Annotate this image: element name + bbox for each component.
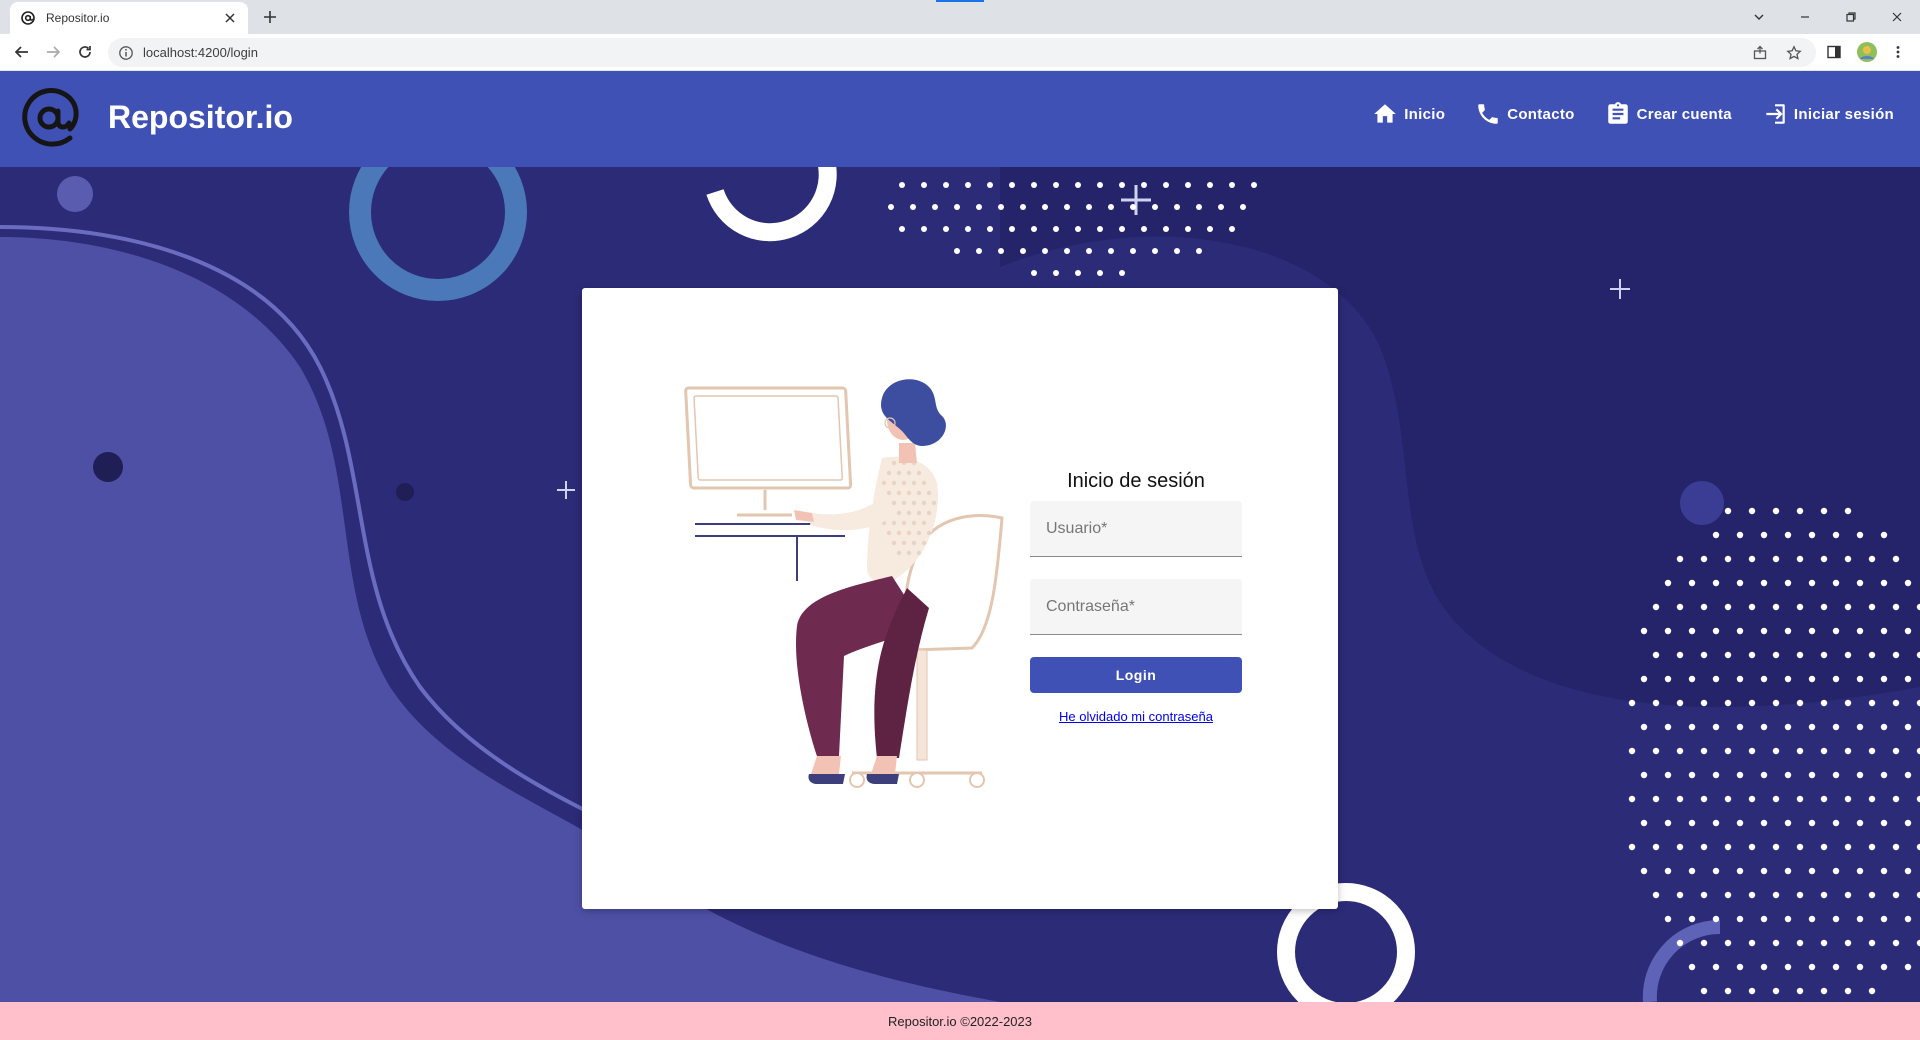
nav-crear-cuenta[interactable]: Crear cuenta [1605, 101, 1732, 127]
main-content: Inicio de sesión Login He olvidado mi co… [0, 167, 1920, 1002]
username-field[interactable] [1030, 501, 1242, 557]
nav-inicio[interactable]: Inicio [1372, 101, 1445, 127]
chevron-down-icon[interactable] [1746, 4, 1772, 30]
nav-crear-cuenta-label: Crear cuenta [1636, 105, 1732, 123]
password-field[interactable] [1030, 579, 1242, 635]
login-button[interactable]: Login [1030, 657, 1242, 693]
forgot-password-link[interactable]: He olvidado mi contraseña [1030, 709, 1242, 724]
profile-avatar-icon[interactable] [1855, 40, 1879, 64]
footer-copyright: Repositor.io ©2022-2023 [887, 1013, 1032, 1029]
main-nav: Inicio Contacto Crear cuenta Iniciar ses… [1372, 101, 1894, 127]
side-panel-icon[interactable] [1822, 40, 1846, 64]
password-input[interactable] [1046, 597, 1226, 616]
minimize-icon[interactable] [1792, 4, 1818, 30]
address-bar[interactable]: localhost:4200/login [108, 38, 1816, 67]
clipboard-icon [1607, 102, 1628, 124]
share-icon[interactable] [1748, 41, 1772, 65]
nav-iniciar-sesion[interactable]: Iniciar sesión [1762, 101, 1894, 127]
brand-title[interactable]: Repositor.io [108, 99, 293, 136]
nav-inicio-label: Inicio [1404, 105, 1446, 123]
at-sign-icon [20, 10, 36, 26]
app-header: Repositor.io Inicio Contacto Crear cuent… [0, 71, 1920, 167]
more-vert-icon[interactable] [1886, 40, 1910, 64]
back-icon[interactable] [10, 40, 34, 64]
browser-toolbar: localhost:4200/login [0, 34, 1920, 71]
window-close-icon[interactable] [1884, 4, 1910, 30]
browser-tab-bar: Repositor.io [0, 0, 1920, 34]
username-input[interactable] [1046, 519, 1226, 538]
login-title: Inicio de sesión [1067, 470, 1205, 492]
star-icon[interactable] [1782, 41, 1806, 65]
url-text: localhost:4200/login [143, 45, 258, 60]
at-logo-icon[interactable] [18, 85, 84, 151]
nav-contacto[interactable]: Contacto [1475, 101, 1574, 127]
tab-title: Repositor.io [46, 11, 110, 25]
forward-icon[interactable] [41, 40, 65, 64]
close-icon[interactable] [222, 10, 238, 26]
new-tab-button[interactable] [260, 7, 280, 27]
info-icon[interactable] [118, 45, 134, 61]
tab-strip-indicator [936, 0, 984, 2]
browser-tab[interactable]: Repositor.io [10, 2, 248, 34]
nav-iniciar-sesion-label: Iniciar sesión [1793, 105, 1894, 123]
phone-icon [1478, 104, 1498, 124]
login-card: Inicio de sesión Login He olvidado mi co… [582, 288, 1338, 909]
login-form: Inicio de sesión Login He olvidado mi co… [1030, 470, 1242, 724]
nav-contacto-label: Contacto [1507, 105, 1575, 123]
restore-icon[interactable] [1838, 4, 1864, 30]
person-at-computer-illustration [684, 379, 1004, 788]
login-icon [1766, 104, 1785, 124]
home-icon [1374, 104, 1397, 123]
reload-icon[interactable] [73, 40, 97, 64]
footer: Repositor.io ©2022-2023 [0, 1002, 1920, 1040]
